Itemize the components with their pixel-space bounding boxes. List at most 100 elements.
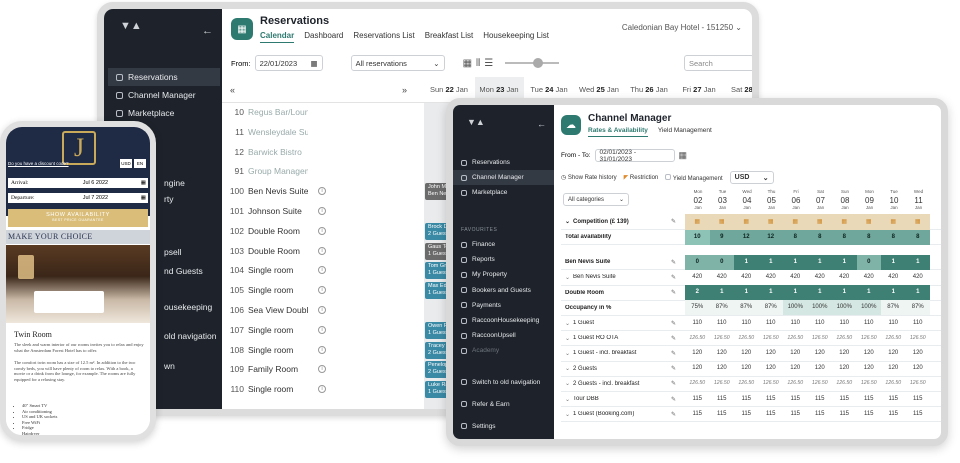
rate-cell[interactable]: ▦ bbox=[709, 213, 734, 230]
rate-cell[interactable]: 120 bbox=[734, 346, 759, 361]
sidebar-item-my-property[interactable]: My Property bbox=[453, 267, 554, 282]
info-icon[interactable]: i bbox=[318, 207, 326, 215]
rate-cell[interactable]: 115 bbox=[832, 407, 857, 422]
rate-cell[interactable]: 120 bbox=[685, 361, 710, 376]
rate-cell[interactable]: 110 bbox=[685, 316, 710, 331]
chevron-down-icon[interactable]: ⌄ bbox=[565, 274, 570, 281]
room-row[interactable]: 104 Single room i bbox=[226, 265, 416, 275]
rate-cell[interactable]: 115 bbox=[881, 407, 906, 422]
rate-cell[interactable]: 0 bbox=[685, 254, 710, 270]
rate-cell[interactable]: 115 bbox=[734, 407, 759, 422]
sidebar-item-marketplace[interactable]: Marketplace bbox=[108, 104, 220, 122]
info-icon[interactable]: i bbox=[318, 187, 326, 196]
rate-cell[interactable]: 1 bbox=[832, 285, 857, 301]
rate-cell[interactable]: 115 bbox=[783, 407, 808, 422]
rate-cell[interactable]: 126.50 bbox=[759, 376, 784, 391]
info-icon[interactable]: i bbox=[318, 246, 326, 255]
rate-cell[interactable]: 115 bbox=[783, 392, 808, 407]
sidebar-item-raccoonhousekeeping[interactable]: RaccoonHousekeeping bbox=[453, 313, 554, 328]
collapse-icon[interactable]: ← bbox=[537, 119, 546, 129]
tab-yield-management[interactable]: Yield Management bbox=[658, 127, 712, 137]
info-icon[interactable]: i bbox=[318, 325, 326, 334]
rate-cell[interactable]: 1 bbox=[734, 285, 759, 301]
tab-dashboard[interactable]: Dashboard bbox=[304, 31, 343, 43]
rate-cell[interactable]: 120 bbox=[783, 346, 808, 361]
yield-toggle[interactable]: Yield Management bbox=[665, 173, 723, 182]
language-button[interactable]: EN bbox=[134, 159, 146, 168]
room-row[interactable]: 107 Single room i bbox=[226, 325, 416, 335]
rate-cell[interactable]: ▦ bbox=[881, 213, 906, 230]
rate-cell[interactable]: ▦ bbox=[685, 213, 710, 230]
from-date-input[interactable]: 22/01/2023 ▦ bbox=[254, 55, 323, 71]
discount-code-link[interactable]: Do you have a discount code? bbox=[8, 161, 69, 166]
rate-cell[interactable]: 110 bbox=[808, 316, 833, 331]
search-input[interactable]: Search bbox=[684, 55, 752, 71]
rate-cell[interactable]: 1 bbox=[734, 254, 759, 270]
rate-cell[interactable]: 120 bbox=[710, 361, 735, 376]
rate-row[interactable]: ⌄ Tour DBB ✎ 115 115 115 115 115 115 115 115 115 115 bbox=[561, 392, 941, 408]
rate-cell[interactable]: 126.50 bbox=[906, 376, 931, 391]
rate-cell[interactable]: ▦ bbox=[783, 213, 808, 230]
rate-cell[interactable]: 115 bbox=[808, 392, 833, 407]
sidebar-item-channel-manager[interactable]: Channel Manager bbox=[453, 170, 554, 185]
edit-icon[interactable]: ✎ bbox=[671, 259, 685, 266]
rate-cell[interactable]: 9 bbox=[709, 229, 734, 245]
rate-cell[interactable]: ▦ bbox=[758, 213, 783, 230]
rate-cell[interactable]: 120 bbox=[881, 346, 906, 361]
rate-cell[interactable]: 110 bbox=[783, 316, 808, 331]
rate-cell[interactable]: 420 bbox=[685, 270, 710, 285]
edit-icon[interactable]: ✎ bbox=[671, 365, 685, 372]
zoom-slider[interactable] bbox=[505, 58, 560, 68]
rate-cell[interactable]: 1 bbox=[783, 254, 808, 270]
collapse-icon[interactable]: ← bbox=[202, 25, 213, 37]
sidebar-item-partial[interactable]: psell bbox=[164, 247, 181, 257]
rate-cell[interactable]: 8 bbox=[905, 229, 930, 245]
room-row[interactable]: 100 Ben Nevis Suite i bbox=[226, 186, 416, 196]
chevron-down-icon[interactable]: ⌄ bbox=[565, 320, 570, 327]
edit-icon[interactable]: ✎ bbox=[671, 289, 685, 296]
edit-icon[interactable]: ✎ bbox=[671, 274, 685, 281]
edit-icon[interactable]: ✎ bbox=[671, 396, 685, 403]
room-row[interactable]: 109 Family Room i bbox=[226, 364, 416, 374]
rate-row[interactable]: ⌄ Competition (£ 139) ✎ ▦ ▦ ▦ ▦ ▦ ▦ ▦ ▦ ▦ ▦ bbox=[561, 213, 941, 230]
rate-cell[interactable]: 1 bbox=[758, 254, 783, 270]
chevron-down-icon[interactable]: ⌄ bbox=[565, 411, 570, 418]
rate-cell[interactable]: 115 bbox=[685, 407, 710, 422]
list-view-icon[interactable]: ☰ bbox=[484, 58, 493, 69]
rate-cell[interactable]: 126.50 bbox=[832, 376, 857, 391]
sidebar-item-channel-manager[interactable]: Channel Manager bbox=[108, 86, 220, 104]
tab-breakfast-list[interactable]: Breakfast List bbox=[425, 31, 473, 43]
sidebar-item-finance[interactable]: Finance bbox=[453, 237, 554, 252]
chevron-down-icon[interactable]: ⌄ bbox=[565, 365, 570, 372]
rate-cell[interactable]: 115 bbox=[710, 407, 735, 422]
show-rate-history-link[interactable]: ◷ Show Rate history bbox=[561, 174, 617, 181]
rate-cell[interactable]: 126.50 bbox=[808, 376, 833, 391]
edit-icon[interactable]: ✎ bbox=[671, 380, 685, 387]
tab-reservations-list[interactable]: Reservations List bbox=[353, 31, 414, 43]
room-row[interactable]: 103 Double Room i bbox=[226, 246, 416, 256]
rate-cell[interactable]: 8 bbox=[832, 229, 857, 245]
sidebar-item-reservations[interactable]: Reservations bbox=[453, 155, 554, 170]
rate-cell[interactable]: 115 bbox=[906, 407, 931, 422]
arrival-field[interactable]: Arrival: Jul 6 2022 ▦ bbox=[8, 178, 148, 188]
rate-cell[interactable]: 1 bbox=[905, 285, 930, 301]
sidebar-item-partial[interactable]: ousekeeping bbox=[164, 302, 212, 312]
rate-cell[interactable]: 126.50 bbox=[734, 376, 759, 391]
room-row[interactable]: 108 Single room i bbox=[226, 345, 416, 355]
sidebar-item-partial[interactable]: nd Guests bbox=[164, 266, 203, 276]
rate-cell[interactable]: 126.50 bbox=[710, 376, 735, 391]
rate-cell[interactable]: 8 bbox=[881, 229, 906, 245]
rate-cell[interactable]: 1 bbox=[807, 285, 832, 301]
category-select[interactable]: All categories ⌄ bbox=[563, 193, 629, 206]
rate-cell[interactable]: 87% bbox=[709, 300, 734, 316]
sidebar-item-bookers-and-guests[interactable]: Bookers and Guests bbox=[453, 283, 554, 298]
rate-cell[interactable]: 12 bbox=[734, 229, 759, 245]
chevron-down-icon[interactable]: ⌄ bbox=[565, 380, 570, 387]
rate-cell[interactable]: 0 bbox=[856, 254, 881, 270]
rate-cell[interactable]: 1 bbox=[832, 254, 857, 270]
departure-field[interactable]: Departure: Jul 7 2022 ▦ bbox=[8, 193, 148, 203]
rate-row[interactable]: Occupancy in % 75% 87% 87% 87% 100% 100% 100% 10… bbox=[561, 300, 941, 316]
rate-cell[interactable]: 115 bbox=[759, 407, 784, 422]
rate-cell[interactable]: 120 bbox=[783, 361, 808, 376]
calendar-icon[interactable]: ▦ bbox=[679, 150, 688, 161]
